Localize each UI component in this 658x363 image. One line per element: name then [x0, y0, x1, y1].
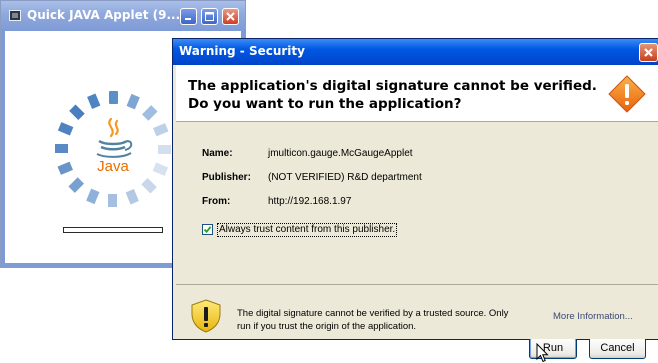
name-label: Name: — [202, 148, 233, 159]
mouse-pointer-icon — [536, 343, 549, 363]
dialog-header: The application's digital signature cann… — [176, 65, 658, 122]
from-label: From: — [202, 196, 231, 207]
always-trust-checkbox[interactable] — [202, 224, 213, 235]
maximize-button[interactable] — [201, 8, 218, 25]
applet-window-icon — [9, 10, 21, 21]
dialog-close-button[interactable] — [639, 43, 658, 62]
heading-line-2: Do you want to run the application? — [188, 96, 462, 112]
footer-line-1: The digital signature cannot be verified… — [237, 308, 509, 319]
minimize-icon — [185, 18, 191, 20]
from-value: http://192.168.1.97 — [268, 196, 352, 207]
always-trust-label[interactable]: Always trust content from this publisher… — [217, 223, 398, 237]
dialog-heading: The application's digital signature cann… — [188, 77, 597, 113]
close-button[interactable] — [222, 8, 239, 25]
java-loading-spinner-icon: Java — [55, 91, 171, 207]
dialog-footer: The digital signature cannot be verified… — [176, 284, 658, 339]
java-logo-text: Java — [97, 158, 129, 175]
maximize-icon — [205, 12, 214, 21]
footer-line-2: run if you trust the origin of the appli… — [237, 321, 417, 332]
close-icon — [226, 12, 235, 21]
java-progress-bar — [63, 227, 163, 233]
applet-window-title: Quick JAVA Applet (9... — [27, 8, 181, 22]
name-value: jmulticon.gauge.McGaugeApplet — [268, 148, 413, 159]
more-information-link[interactable]: More Information... — [553, 311, 633, 322]
security-warning-dialog: Warning - Security The application's dig… — [172, 38, 658, 363]
shield-warning-icon — [191, 299, 221, 333]
footer-warning-text: The digital signature cannot be verified… — [237, 307, 537, 333]
dialog-title: Warning - Security — [179, 44, 305, 58]
warning-diamond-icon — [608, 75, 646, 113]
dialog-titlebar[interactable]: Warning - Security — [173, 39, 658, 65]
publisher-label: Publisher: — [202, 172, 251, 183]
checkmark-icon — [203, 226, 212, 234]
publisher-value: (NOT VERIFIED) R&D department — [268, 172, 422, 183]
close-icon — [644, 48, 653, 57]
heading-line-1: The application's digital signature cann… — [188, 78, 597, 94]
cancel-button[interactable]: Cancel — [589, 337, 646, 359]
applet-titlebar[interactable]: Quick JAVA Applet (9... — [1, 1, 245, 31]
app-details: Name: jmulticon.gauge.McGaugeApplet Publ… — [176, 122, 658, 363]
minimize-button[interactable] — [180, 8, 197, 25]
